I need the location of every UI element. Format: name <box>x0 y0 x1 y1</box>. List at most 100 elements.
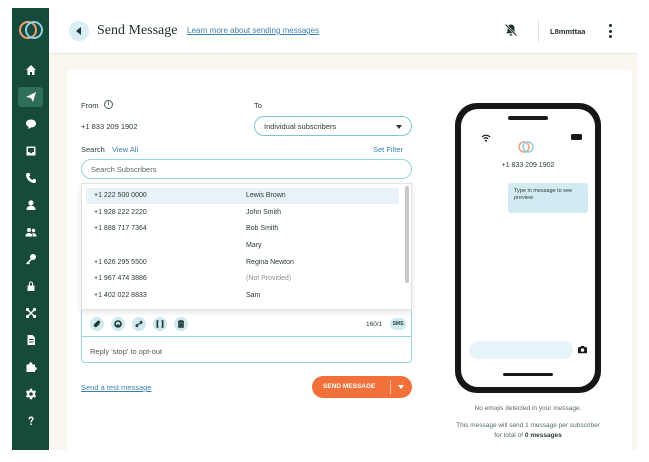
logo <box>518 141 534 153</box>
sidebar-item-calls[interactable] <box>18 168 43 188</box>
send-icon <box>25 92 36 102</box>
link-icon <box>135 320 143 328</box>
subscriber-row[interactable]: +1 888 717 7364 Bob Smith <box>86 221 399 237</box>
subscriber-name: Regina Newton <box>246 259 294 266</box>
set-filter-link[interactable]: Set Filter <box>373 145 403 154</box>
wifi-icon <box>481 134 491 142</box>
preview-input <box>469 341 573 359</box>
subscriber-phone: +1 402 022 8833 <box>94 292 147 299</box>
help-icon <box>28 416 34 425</box>
from-number: +1 833 209 1902 <box>81 122 138 131</box>
puzzle-icon <box>26 362 37 372</box>
subscriber-row[interactable]: +1 928 222 2220 John Smith <box>86 205 399 221</box>
topbar-divider <box>538 20 539 42</box>
search-subscribers-input[interactable] <box>81 159 412 179</box>
send-test-message-link[interactable]: Send a test message <box>81 383 151 392</box>
subscriber-phone: +1 967 474 3886 <box>94 275 147 282</box>
learn-more-link[interactable]: Learn more about sending messages <box>187 26 319 35</box>
subscriber-row[interactable]: +1 402 022 8833 Sam <box>86 288 399 304</box>
template-button[interactable] <box>174 317 188 331</box>
chevron-down-icon[interactable] <box>398 385 404 389</box>
integrations-icon <box>25 307 36 319</box>
home-indicator <box>503 373 553 376</box>
to-select[interactable]: Individual subscribers <box>254 116 412 136</box>
sidebar-item-home[interactable] <box>18 60 43 80</box>
to-label: To <box>254 101 262 110</box>
brackets-icon <box>156 320 164 328</box>
sidebar <box>12 8 49 450</box>
subscriber-dropdown: +1 222 500 0000 Lewis Brown +1 928 222 2… <box>81 183 412 310</box>
sidebar-item-inbox[interactable] <box>18 141 43 161</box>
sidebar-item-security[interactable] <box>18 276 43 296</box>
message-count: 0 messages <box>524 431 562 439</box>
emoji-button[interactable] <box>111 317 125 331</box>
settings-icon <box>25 388 36 400</box>
subscriber-name: John Smith <box>246 209 282 216</box>
info-icon[interactable]: i <box>104 100 113 109</box>
phone-icon <box>25 173 36 183</box>
app-frame: Send Message Learn more about sending me… <box>12 8 637 450</box>
back-button[interactable] <box>69 21 89 41</box>
key-icon <box>25 254 36 265</box>
attach-button[interactable] <box>90 317 104 331</box>
subscriber-name: Mary <box>246 242 262 249</box>
from-label: From <box>81 101 99 110</box>
emoji-icon <box>114 320 122 328</box>
more-options-icon[interactable] <box>604 22 616 40</box>
search-label: Search <box>81 145 105 154</box>
battery-icon <box>571 134 582 140</box>
user-name[interactable]: L8mmttaa <box>550 27 585 36</box>
composer-toolbar: 160/1 SMS <box>82 310 411 337</box>
subscriber-name: Bob Smith <box>246 225 279 232</box>
subscriber-name: Lewis Brown <box>246 192 286 199</box>
sidebar-item-help[interactable] <box>18 411 43 431</box>
sidebar-item-settings[interactable] <box>18 384 43 404</box>
subscriber-row[interactable]: Mary <box>86 238 399 254</box>
sidebar-item-contacts[interactable] <box>18 195 43 215</box>
sidebar-item-chat[interactable] <box>18 114 43 134</box>
sidebar-item-keywords[interactable] <box>18 249 43 269</box>
variable-button[interactable] <box>153 317 167 331</box>
emoji-note: No emojis detected in your message. <box>474 405 582 412</box>
camera-icon <box>578 346 587 354</box>
optout-text: Reply 'stop' to opt-out <box>90 347 163 356</box>
view-all-link[interactable]: View All <box>112 145 138 154</box>
subscriber-row[interactable]: +1 967 474 3886 (Not Provided) <box>86 271 399 287</box>
notifications-muted-icon[interactable] <box>504 23 518 37</box>
message-composer: 160/1 SMS Reply 'stop' to opt-out <box>81 310 412 363</box>
subscriber-row[interactable]: +1 222 500 0000 Lewis Brown <box>86 188 399 204</box>
subscriber-row[interactable]: +1 626 295 5500 Regina Newton <box>86 255 399 271</box>
send-message-button[interactable]: SEND MESSAGE <box>312 376 412 398</box>
logo[interactable] <box>17 19 45 41</box>
message-preview-bubble: Type in message to see preview <box>508 183 588 213</box>
phone-preview: +1 833 209 1902 Type in message to see p… <box>455 103 601 393</box>
lock-icon <box>27 281 34 291</box>
subscriber-phone: +1 222 500 0000 <box>94 192 147 199</box>
sidebar-item-send[interactable] <box>18 87 43 107</box>
sidebar-item-groups[interactable] <box>18 222 43 242</box>
send-message-card: From i +1 833 209 1902 To Individual sub… <box>67 70 632 450</box>
sms-badge: SMS <box>390 318 406 330</box>
send-message-label: SEND MESSAGE <box>323 383 376 390</box>
top-bar: Send Message Learn more about sending me… <box>49 8 637 54</box>
sidebar-item-documents[interactable] <box>18 330 43 350</box>
inbox-icon <box>26 146 35 156</box>
page-title: Send Message <box>97 23 178 38</box>
dropdown-scrollbar[interactable] <box>405 186 409 283</box>
subscriber-phone: +1 888 717 7364 <box>94 225 147 232</box>
sidebar-item-integrations[interactable] <box>18 303 43 323</box>
preview-number: +1 833 209 1902 <box>501 162 555 169</box>
subscriber-name: (Not Provided) <box>246 275 292 282</box>
phone-notch <box>508 116 548 120</box>
document-icon <box>27 335 35 345</box>
users-icon <box>25 228 36 237</box>
sidebar-item-extensions[interactable] <box>18 357 43 377</box>
subscriber-phone: +1 626 295 5500 <box>94 259 147 266</box>
chat-icon <box>25 119 36 129</box>
subscriber-name: Sam <box>246 292 261 299</box>
send-button-divider <box>390 380 391 394</box>
link-button[interactable] <box>132 317 146 331</box>
user-icon <box>26 200 35 210</box>
character-count: 160/1 <box>366 321 383 328</box>
subscriber-phone: +1 928 222 2220 <box>94 209 147 216</box>
